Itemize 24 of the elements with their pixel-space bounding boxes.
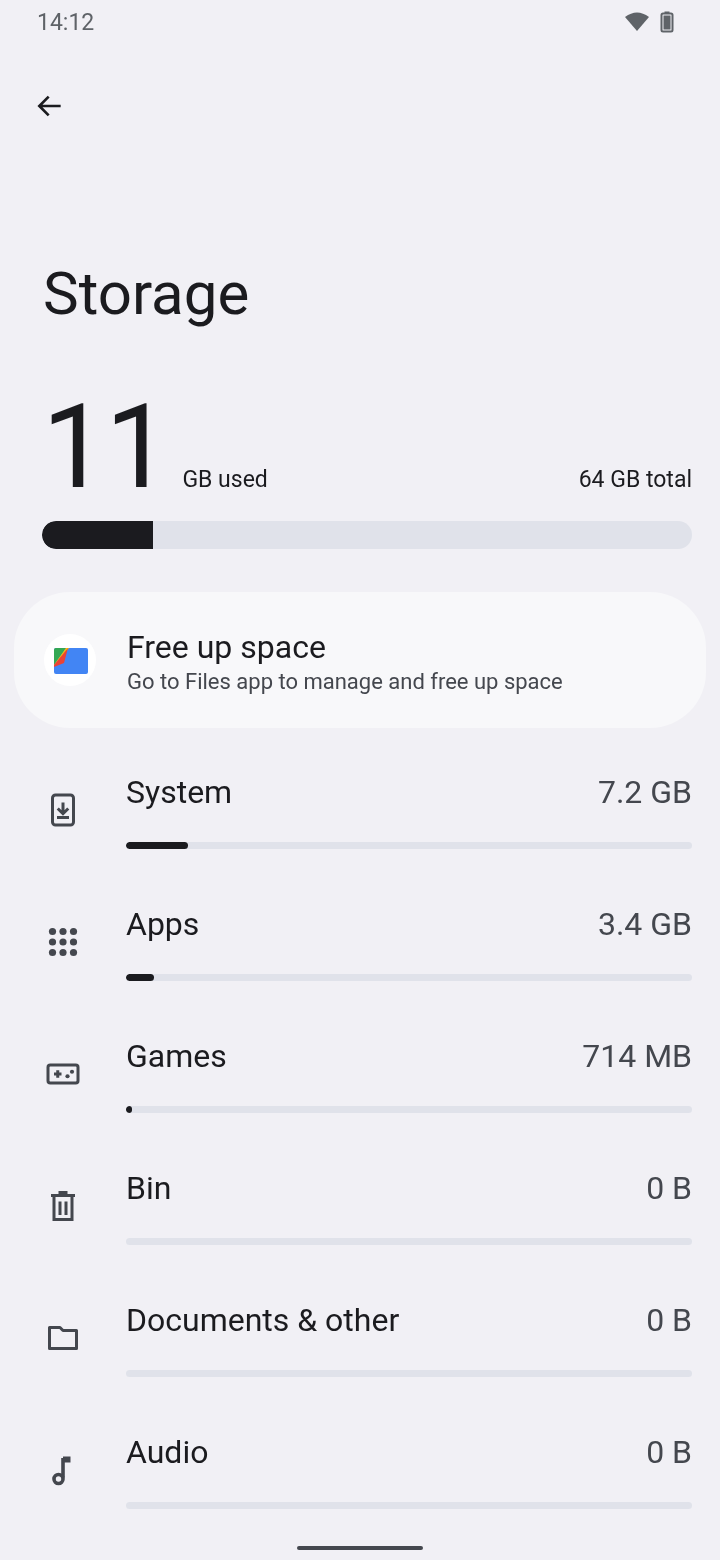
- category-size: 3.4 GB: [597, 905, 692, 943]
- status-time: 14:12: [37, 8, 95, 36]
- category-size: 0 B: [646, 1433, 692, 1471]
- card-title: Free up space: [127, 626, 327, 667]
- category-size: 7.2 GB: [597, 773, 692, 811]
- total-storage: 64 GB total: [578, 466, 692, 495]
- category-name[interactable]: Games: [126, 1037, 227, 1075]
- category-size: 0 B: [646, 1301, 692, 1339]
- category-name[interactable]: Documents & other: [126, 1301, 400, 1339]
- free-up-space-card[interactable]: Free up space Go to Files app to manage and free up space: [14, 592, 706, 728]
- category-name[interactable]: Audio: [126, 1433, 209, 1471]
- used-unit: GB used: [182, 466, 268, 495]
- category-name[interactable]: Apps: [126, 905, 200, 943]
- battery-icon: [660, 11, 674, 33]
- used-amount: 11: [42, 397, 169, 497]
- gesture-handle[interactable]: [297, 1546, 423, 1550]
- category-size: 714 MB: [582, 1037, 692, 1075]
- files-app-icon: [44, 634, 96, 686]
- wifi-icon: [624, 12, 650, 32]
- category-name[interactable]: Bin: [126, 1169, 172, 1207]
- card-subtitle: Go to Files app to manage and free up space: [127, 668, 563, 694]
- category-name[interactable]: System: [126, 773, 233, 811]
- page-title: Storage: [43, 259, 251, 329]
- category-size: 0 B: [646, 1169, 692, 1207]
